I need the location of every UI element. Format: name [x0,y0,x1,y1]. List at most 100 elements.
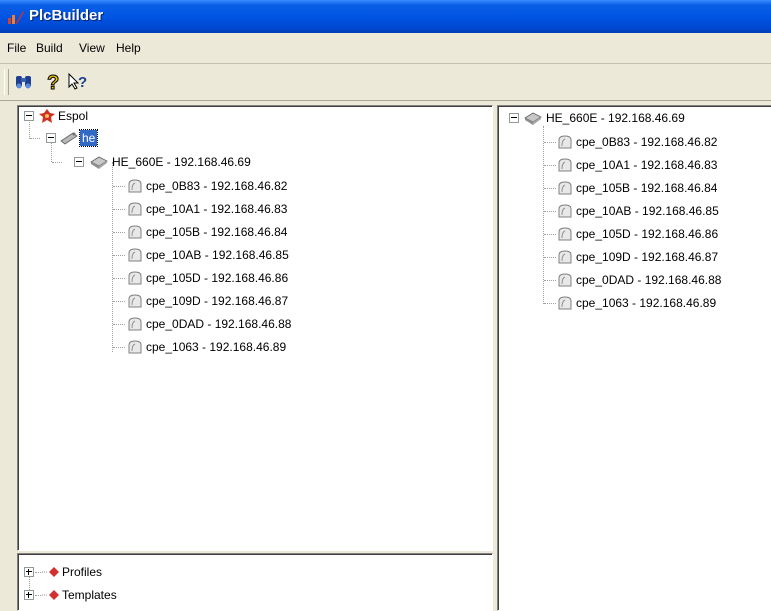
expand-toggle[interactable] [24,590,34,600]
tree-connector [113,255,125,256]
cpe-icon [556,295,574,311]
cpe-icon [126,316,144,332]
tree-node-label: cpe_105D - 192.168.46.86 [146,271,289,285]
tree-node-label: cpe_10A1 - 192.168.46.83 [576,158,718,172]
tree-connector [113,278,125,279]
collapse-toggle[interactable] [24,111,34,121]
tree-node-he[interactable]: he [18,129,488,147]
tree-node-cpe[interactable]: cpe_10A1 - 192.168.46.83 [18,201,488,217]
cpe-icon [126,178,144,194]
cpe-icon [556,272,574,288]
collapse-toggle[interactable] [509,113,519,123]
tree-node-label: cpe_0B83 - 192.168.46.82 [576,135,718,149]
menu-help[interactable]: Help [116,41,141,55]
tree-connector [544,303,556,304]
tree-node-device[interactable]: HE_660E - 192.168.46.69 [498,110,768,126]
tree-node-cpe[interactable]: cpe_105D - 192.168.46.86 [498,226,768,242]
headend-icon [60,130,78,146]
tree-node-label: cpe_0DAD - 192.168.46.88 [576,273,722,287]
tree-node-label: cpe_105B - 192.168.46.84 [146,225,288,239]
tree-node-cpe[interactable]: cpe_0B83 - 192.168.46.82 [18,178,488,194]
tree-connector [544,142,556,143]
tree-connector [35,572,41,573]
tree-node-profiles[interactable]: Profiles [18,564,488,580]
profile-folder-icon [42,564,60,580]
library-tree-pane[interactable]: Profiles Templates [17,553,493,611]
find-button[interactable] [12,70,36,92]
tree-connector [52,162,62,163]
tree-node-label: cpe_10AB - 192.168.46.85 [146,248,289,262]
tree-node-label: cpe_105D - 192.168.46.86 [576,227,719,241]
tree-node-cpe[interactable]: cpe_10A1 - 192.168.46.83 [498,157,768,173]
context-help-button[interactable]: ? [66,70,90,92]
tree-node-cpe[interactable]: cpe_0DAD - 192.168.46.88 [498,272,768,288]
tree-node-cpe[interactable]: cpe_109D - 192.168.46.87 [18,293,488,309]
tree-connector [544,257,556,258]
router-icon [523,110,542,126]
cpe-icon [556,157,574,173]
cpe-icon [126,247,144,263]
tree-node-label: cpe_1063 - 192.168.46.89 [576,296,717,310]
menu-view[interactable]: View [79,41,105,55]
binoculars-icon [12,76,36,95]
tree-node-label: cpe_0B83 - 192.168.46.82 [146,179,288,193]
tree-node-label: he [78,129,99,147]
window-title: PlcBuilder [29,7,104,24]
tree-node-label: cpe_109D - 192.168.46.87 [146,294,289,308]
menu-file[interactable]: File [7,41,26,55]
tree-node-label: HE_660E - 192.168.46.69 [112,155,251,169]
help-button[interactable]: ? [40,70,64,95]
tree-node-cpe[interactable]: cpe_105B - 192.168.46.84 [18,224,488,240]
collapse-toggle[interactable] [46,133,56,143]
tree-connector [544,234,556,235]
tree-node-label: cpe_1063 - 192.168.46.89 [146,340,287,354]
tree-node-cpe[interactable]: cpe_0DAD - 192.168.46.88 [18,316,488,332]
tree-connector [113,186,125,187]
tree-node-label: HE_660E - 192.168.46.69 [546,111,685,125]
tree-node-label: cpe_10A1 - 192.168.46.83 [146,202,288,216]
svg-text:?: ? [47,72,59,92]
tree-node-label: cpe_109D - 192.168.46.87 [576,250,719,264]
tree-node-cpe[interactable]: cpe_105B - 192.168.46.84 [498,180,768,196]
tree-connector [544,165,556,166]
cpe-icon [556,134,574,150]
tree-node-cpe[interactable]: cpe_1063 - 192.168.46.89 [498,295,768,311]
site-icon [38,108,56,124]
app-logo-icon [7,9,25,25]
expand-toggle[interactable] [24,567,34,577]
toolbar: ? ? [0,64,771,101]
tree-connector [113,347,125,348]
menu-bar: File Build View Help [0,33,771,64]
collapse-toggle[interactable] [74,157,84,167]
tree-node-espol[interactable]: Espol [18,108,488,124]
device-detail-pane[interactable]: HE_660E - 192.168.46.69 cpe_0B83 - 192.1… [497,105,771,611]
tree-connector [35,595,41,596]
network-tree-pane[interactable]: Espol he HE_660E - 192.168.46.69 cpe_0B8… [17,105,493,551]
tree-connector [113,324,125,325]
tree-node-label: Profiles [62,565,103,579]
cpe-icon [126,339,144,355]
title-bar: PlcBuilder [0,0,771,33]
cpe-icon [126,270,144,286]
help-icon: ? [40,72,64,95]
tree-node-cpe[interactable]: cpe_105D - 192.168.46.86 [18,270,488,286]
tree-node-cpe[interactable]: cpe_0B83 - 192.168.46.82 [498,134,768,150]
tree-connector [30,138,40,139]
tree-node-cpe[interactable]: cpe_10AB - 192.168.46.85 [498,203,768,219]
tree-node-cpe[interactable]: cpe_10AB - 192.168.46.85 [18,247,488,263]
svg-text:?: ? [78,74,87,91]
tree-node-cpe[interactable]: cpe_109D - 192.168.46.87 [498,249,768,265]
tree-connector [544,211,556,212]
tree-node-device[interactable]: HE_660E - 192.168.46.69 [18,154,488,170]
toolbar-grip[interactable] [4,69,9,95]
tree-node-label: cpe_105B - 192.168.46.84 [576,181,718,195]
cpe-icon [556,249,574,265]
context-help-icon: ? [66,72,90,95]
tree-connector [544,188,556,189]
router-icon [89,154,108,170]
tree-node-cpe[interactable]: cpe_1063 - 192.168.46.89 [18,339,488,355]
cpe-icon [126,293,144,309]
tree-node-templates[interactable]: Templates [18,587,488,603]
menu-build[interactable]: Build [36,41,63,55]
template-folder-icon [42,587,60,603]
